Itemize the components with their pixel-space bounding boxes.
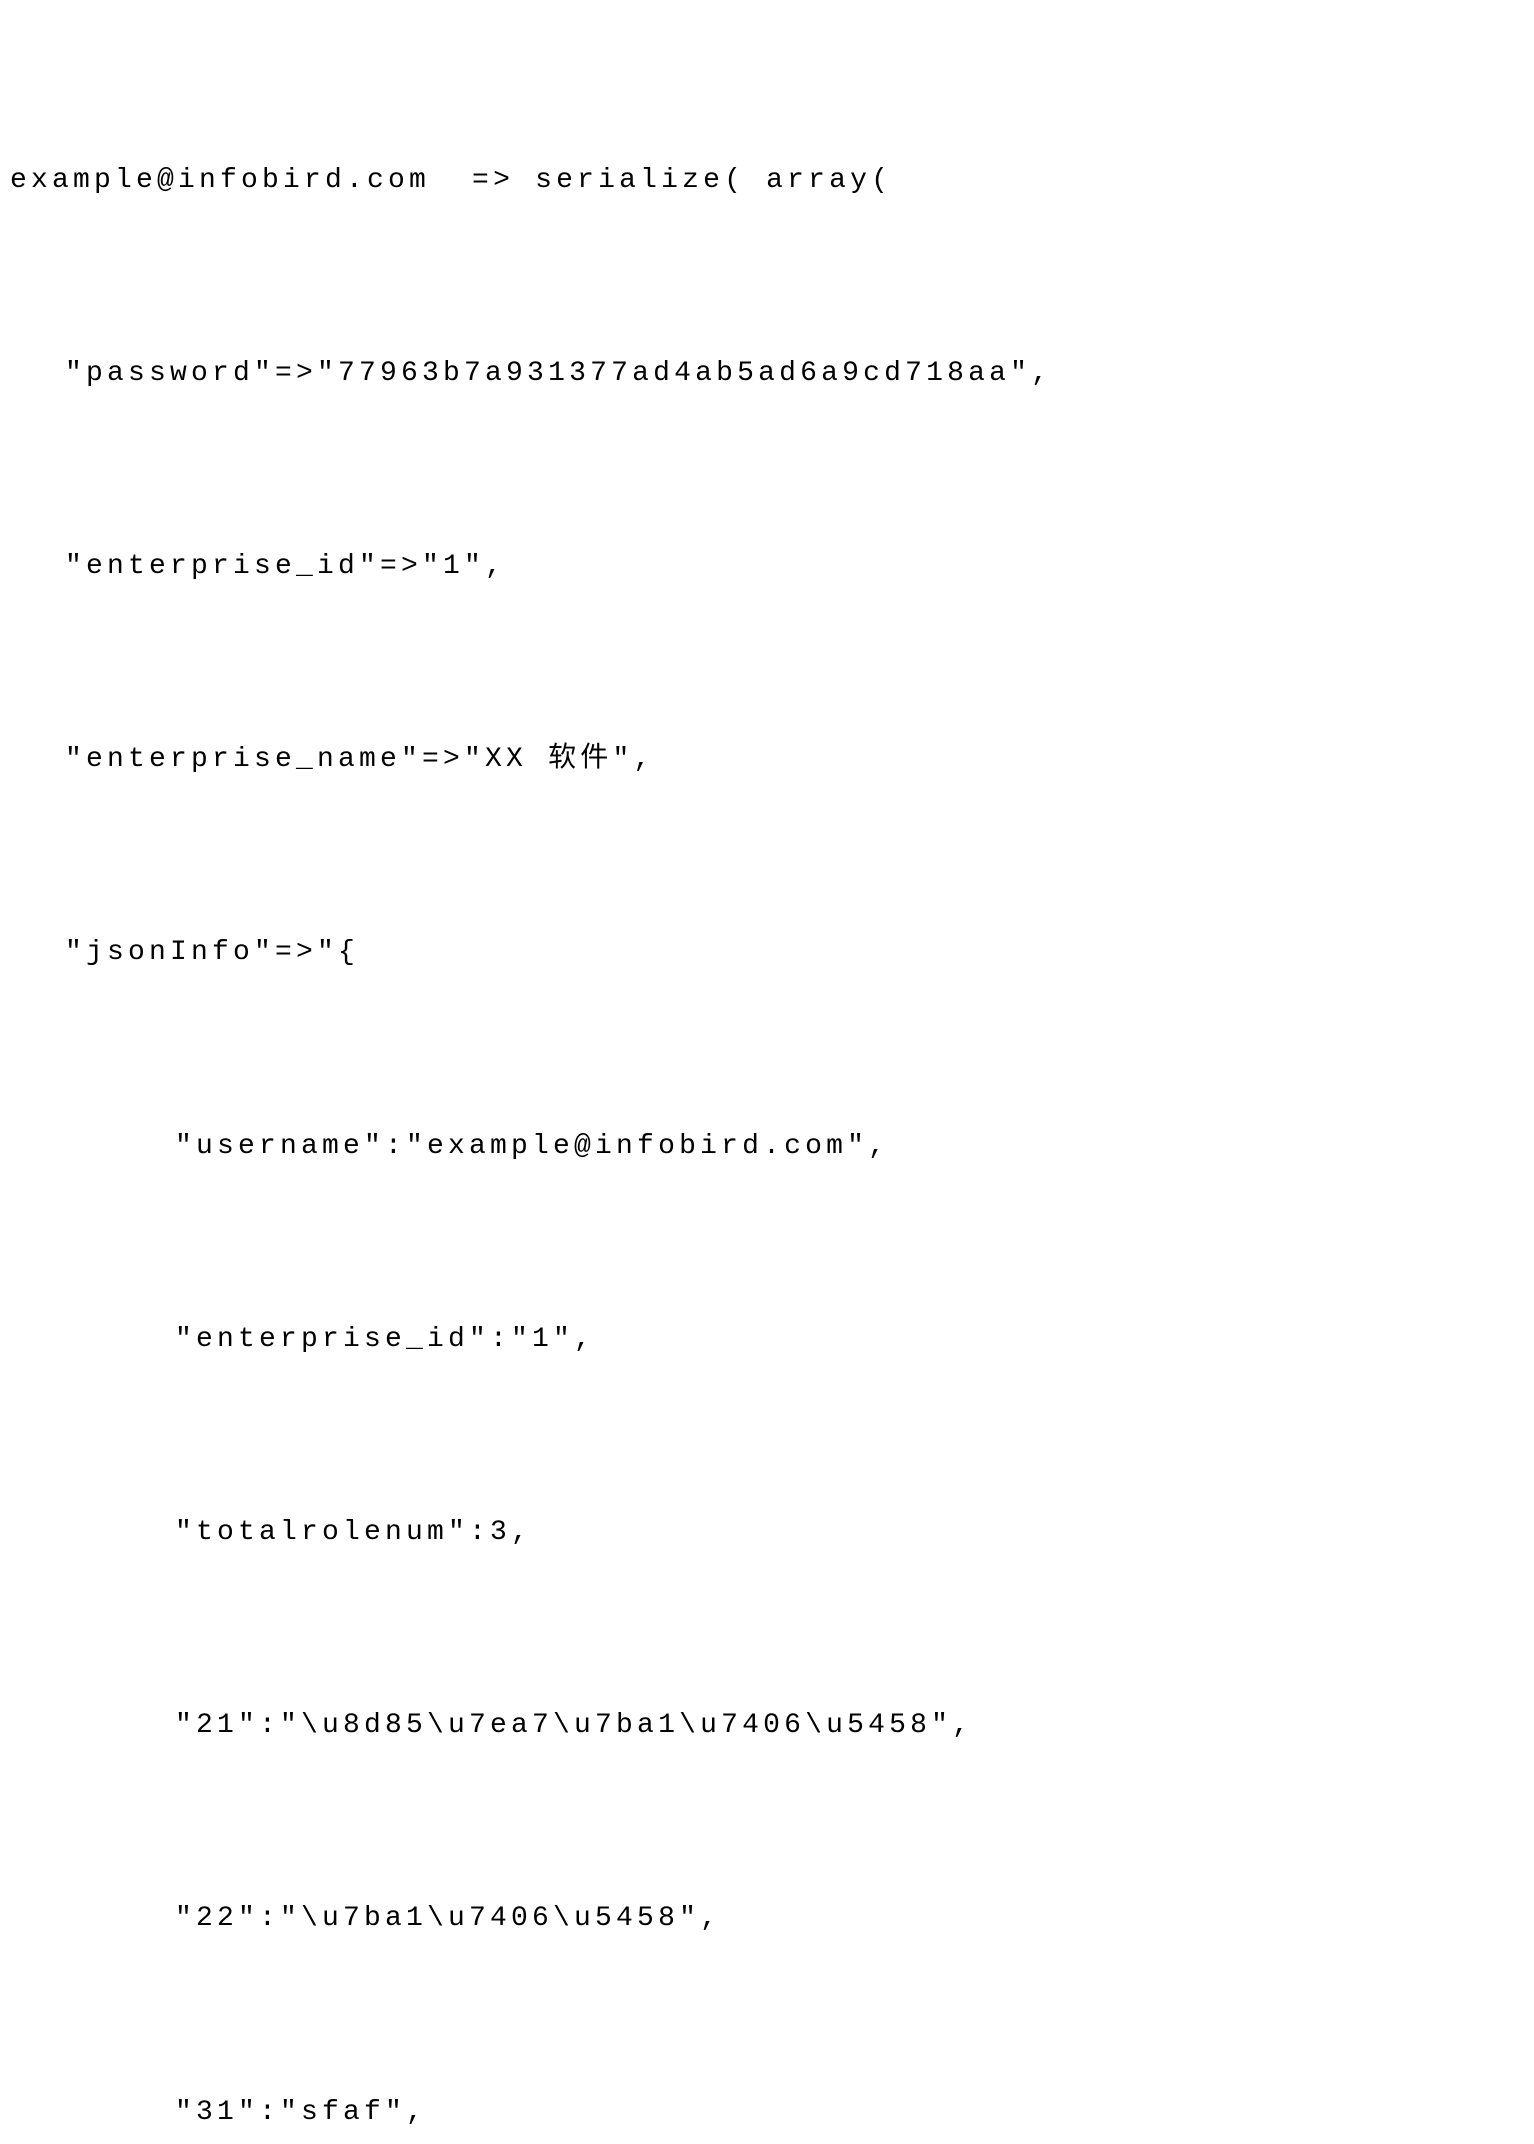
code-line-9: ″21″:″\u8d85\u7ea7\u7ba1\u7406\u5458″, — [10, 1694, 1524, 1758]
code-snippet: example@infobird.com => serialize( array… — [10, 20, 1524, 2144]
code-line-2: ″password″=>″77963b7a931377ad4ab5ad6a9cd… — [10, 342, 1524, 406]
code-line-5: ″jsonInfo″=>″{ — [10, 921, 1524, 985]
code-line-3: ″enterprise_id″=>″1″, — [10, 535, 1524, 599]
code-line-4: ″enterprise_name″=>″XX 软件″, — [10, 728, 1524, 792]
code-line-7: ″enterprise_id″:″1″, — [10, 1308, 1524, 1372]
code-line-11: ″31″:″sfaf″, — [10, 2081, 1524, 2144]
code-line-8: ″totalrolenum″:3, — [10, 1501, 1524, 1565]
code-line-6: ″username″:″example@infobird.com″, — [10, 1115, 1524, 1179]
code-line-10: ″22″:″\u7ba1\u7406\u5458″, — [10, 1887, 1524, 1951]
code-line-1: example@infobird.com => serialize( array… — [10, 149, 1524, 213]
